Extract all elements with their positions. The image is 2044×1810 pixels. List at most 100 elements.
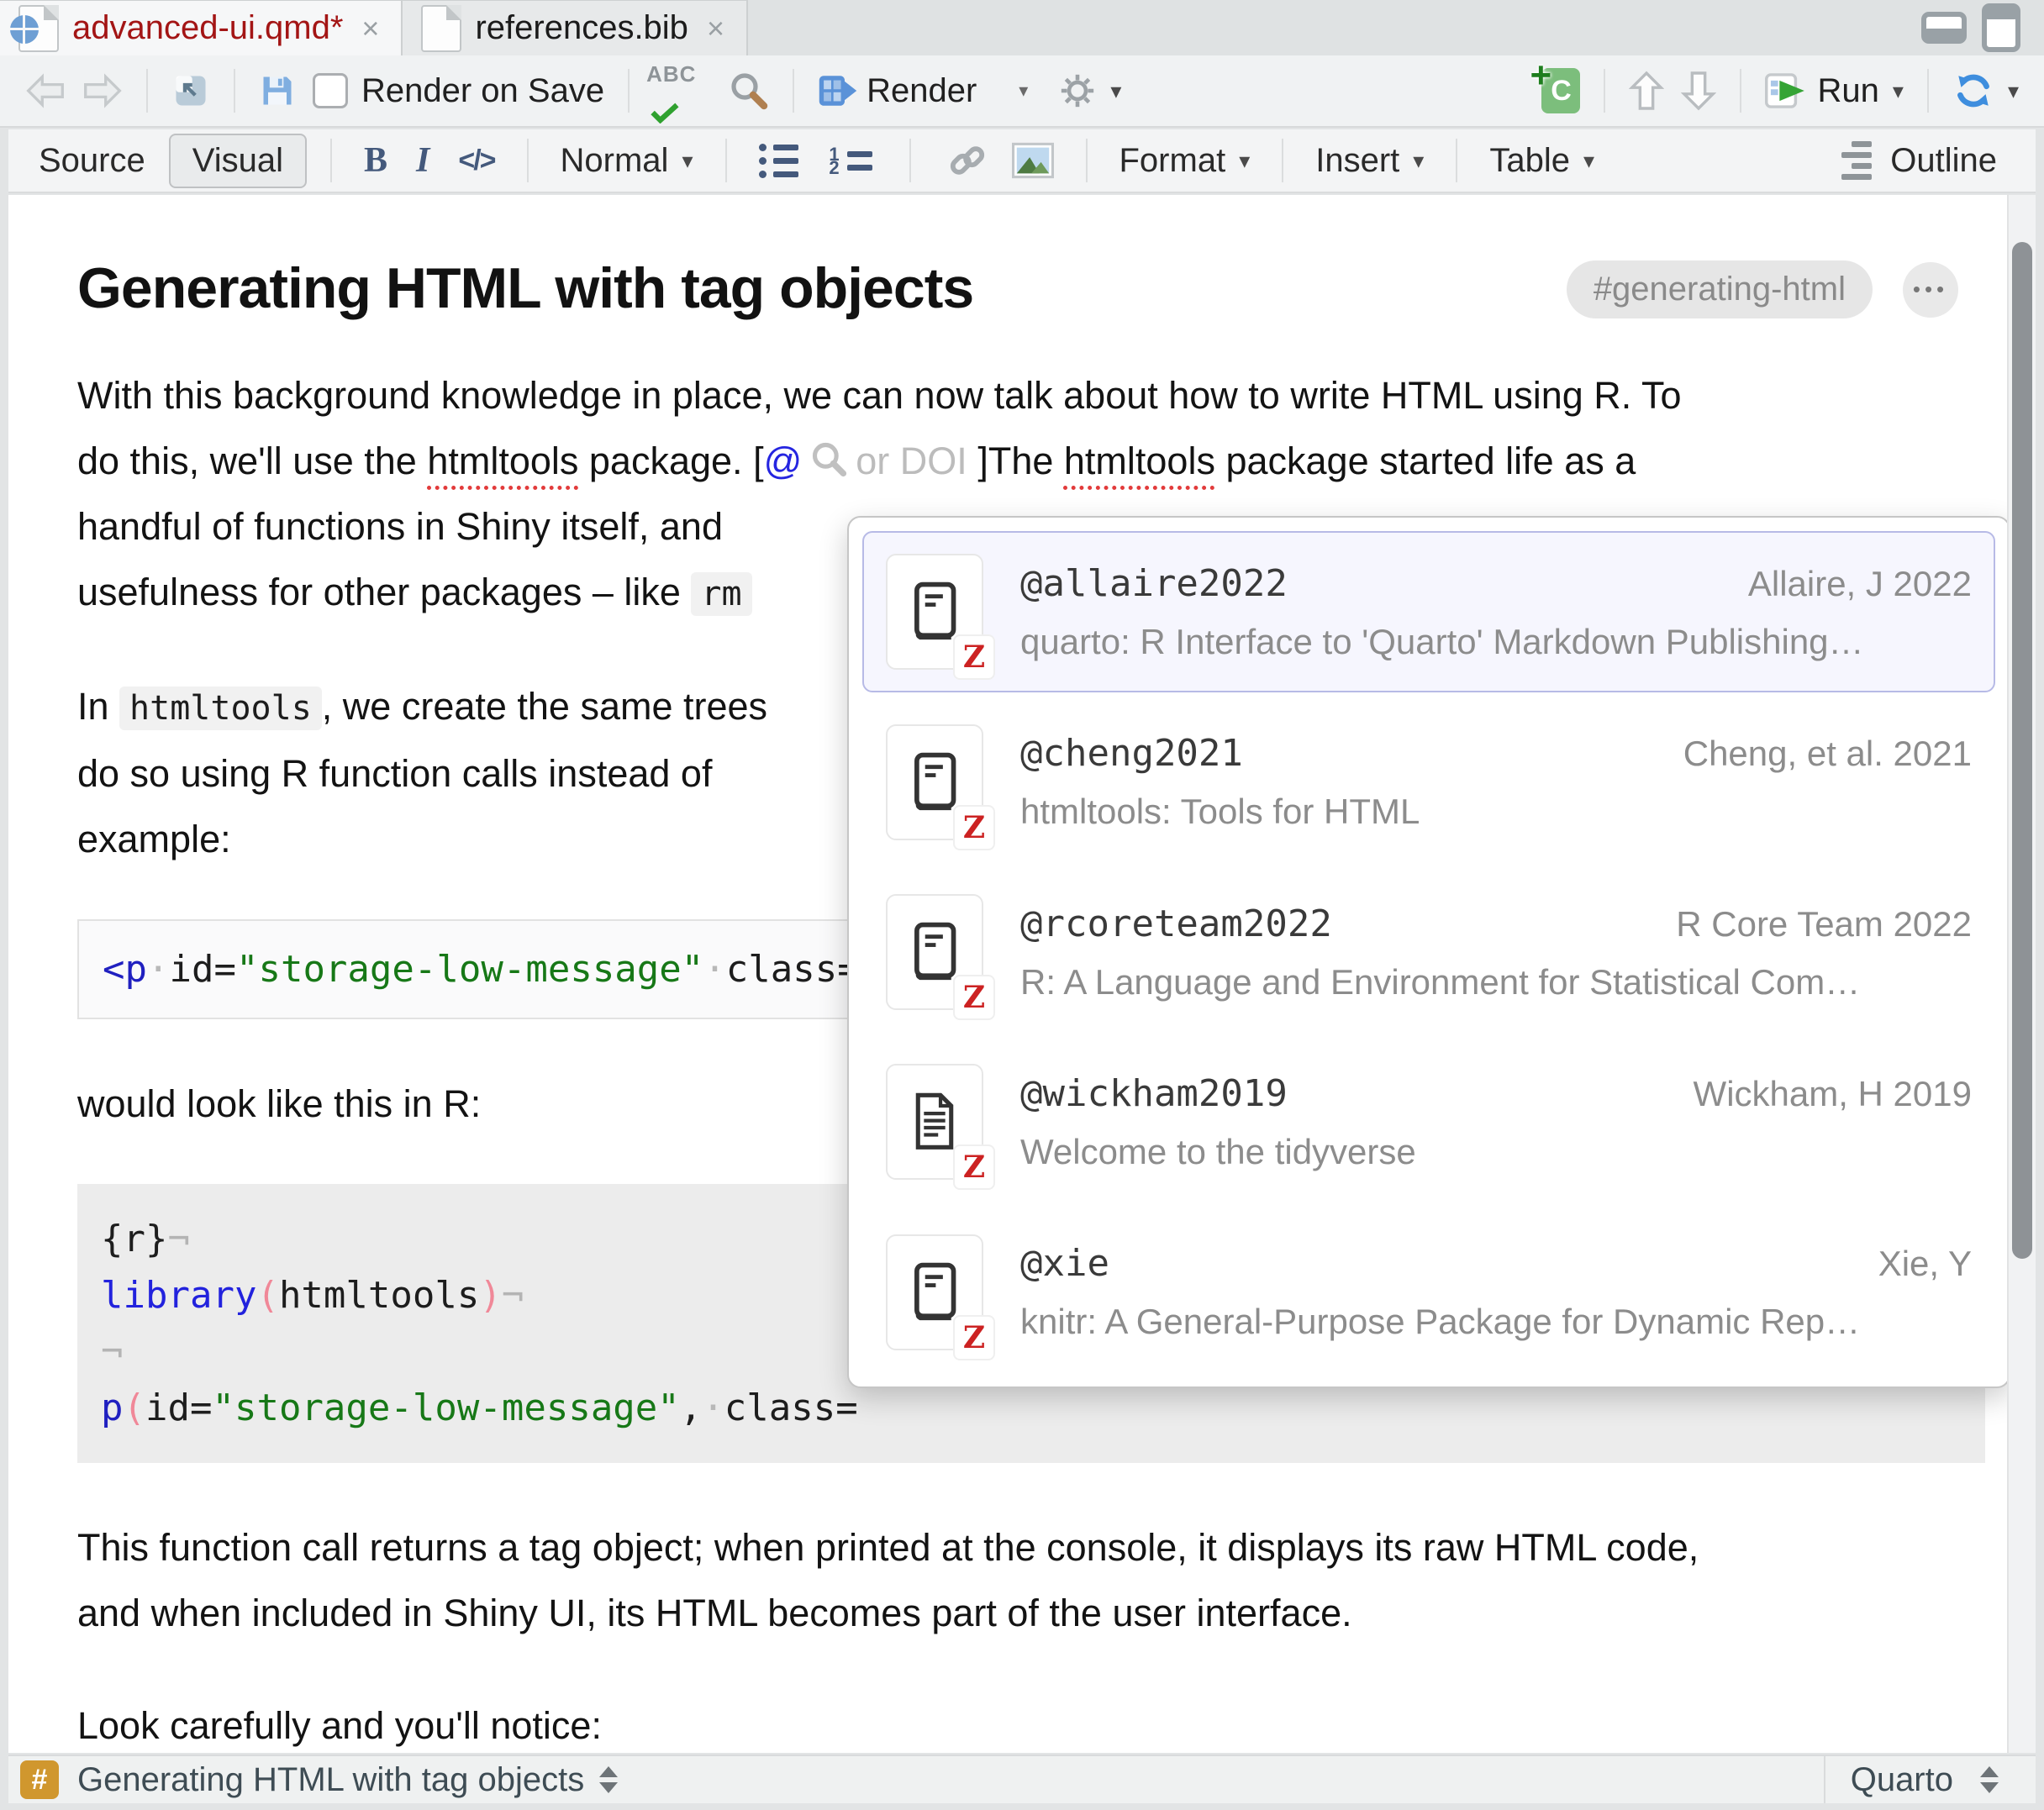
save-icon[interactable] — [250, 67, 304, 114]
source-rerun-button[interactable]: ▾ — [1944, 65, 2027, 117]
refresh-icon — [1952, 70, 1994, 112]
render-icon — [818, 74, 858, 108]
render-on-save-toggle[interactable]: Render on Save — [304, 67, 613, 115]
format-menu[interactable]: Format ▾ — [1111, 137, 1259, 185]
file-icon — [421, 5, 461, 52]
document-mode-selector[interactable]: Quarto — [1824, 1756, 2024, 1803]
mode-updown-icon — [1980, 1766, 1999, 1793]
tab-advanced-ui-qmd[interactable]: advanced-ui.qmd* × — [0, 0, 403, 55]
render-button[interactable]: Render — [809, 67, 985, 115]
citation-item[interactable]: Z @rcoreteam2022 R Core Team 2022 R: A L… — [862, 871, 1995, 1033]
back-icon[interactable] — [17, 68, 74, 113]
bold-button[interactable]: B — [356, 135, 396, 186]
section-hash-icon: # — [20, 1760, 59, 1799]
citation-key: @xie — [1020, 1242, 1109, 1285]
run-button[interactable]: Run ▾ — [1757, 67, 1911, 115]
citation-title: quarto: R Interface to 'Quarto' Markdown… — [1020, 622, 1972, 662]
link-icon[interactable] — [940, 136, 995, 185]
visual-editor-toolbar: Source Visual B I </> Normal ▾ 1 2 — [8, 129, 2036, 193]
popout-window-icon[interactable] — [163, 68, 219, 113]
citation-key: @wickham2019 — [1020, 1072, 1288, 1115]
visual-editor-canvas[interactable]: Generating HTML with tag objects #genera… — [8, 195, 2036, 1753]
paragraph: Look carefully and you'll notice: — [77, 1693, 1985, 1753]
chevron-down-icon: ▾ — [1239, 148, 1250, 174]
image-icon[interactable] — [1004, 137, 1062, 184]
citation-at-marker: @ — [764, 439, 803, 482]
spellcheck-icon[interactable]: ABC — [645, 61, 720, 120]
bullet-list-icon[interactable] — [751, 139, 807, 183]
chevron-down-icon: ▾ — [682, 148, 693, 174]
misspelled-word: htmltools — [427, 439, 578, 482]
maximize-pane-icon[interactable] — [1982, 3, 2020, 52]
citation-item[interactable]: Z @cheng2021 Cheng, et al. 2021 htmltool… — [862, 701, 1995, 862]
tab-references-bib[interactable]: references.bib × — [403, 0, 748, 55]
source-dropdown-icon[interactable]: ▾ — [2008, 78, 2019, 104]
book-icon: Z — [886, 724, 983, 840]
italic-button[interactable]: I — [408, 135, 438, 186]
citation-key: @cheng2021 — [1020, 732, 1243, 775]
close-icon[interactable]: × — [361, 13, 379, 44]
render-on-save-label: Render on Save — [361, 72, 604, 110]
jump-next-icon[interactable] — [1673, 65, 1725, 117]
vertical-scrollbar[interactable] — [2007, 195, 2036, 1753]
citation-title: knitr: A General-Purpose Package for Dyn… — [1020, 1302, 1972, 1342]
section-updown-icon[interactable] — [599, 1766, 618, 1793]
minimize-pane-icon[interactable] — [1921, 12, 1967, 44]
rstudio-source-pane: advanced-ui.qmd* × references.bib × — [0, 0, 2044, 1810]
section-menu-button[interactable]: ••• — [1903, 262, 1958, 318]
citation-key: @rcoreteam2022 — [1020, 902, 1332, 945]
section-navigator[interactable]: Generating HTML with tag objects — [77, 1761, 584, 1799]
zotero-badge: Z — [953, 975, 995, 1020]
tab-label: references.bib — [475, 9, 687, 47]
outline-toggle[interactable]: Outline — [1833, 136, 2005, 185]
quarto-file-icon — [18, 5, 59, 52]
citation-item[interactable]: Z @xie Xie, Y knitr: A General-Purpose P… — [862, 1212, 1995, 1373]
zotero-badge: Z — [953, 805, 995, 850]
source-mode-button[interactable]: Source — [30, 137, 154, 185]
citation-item[interactable]: Z @wickham2019 Wickham, H 2019 Welcome t… — [862, 1041, 1995, 1202]
render-on-save-checkbox[interactable] — [313, 73, 348, 108]
chevron-down-icon: ▾ — [1413, 148, 1424, 174]
tab-label: advanced-ui.qmd* — [72, 9, 343, 47]
book-icon: Z — [886, 1234, 983, 1350]
render-settings-button[interactable]: ▾ — [1050, 66, 1130, 115]
gear-dropdown-icon[interactable]: ▾ — [1110, 78, 1121, 104]
chevron-down-icon: ▾ — [1583, 148, 1594, 174]
run-dropdown-icon[interactable]: ▾ — [1893, 78, 1904, 104]
citation-title: htmltools: Tools for HTML — [1020, 792, 1972, 832]
citation-title: R: A Language and Environment for Statis… — [1020, 962, 1972, 1002]
citation-author: Allaire, J 2022 — [1748, 564, 1972, 604]
citation-key: @allaire2022 — [1020, 562, 1288, 605]
run-icon — [1765, 73, 1809, 108]
citation-item[interactable]: Z @allaire2022 Allaire, J 2022 quarto: R… — [862, 531, 1995, 692]
search-icon[interactable] — [720, 66, 777, 116]
close-icon[interactable]: × — [707, 13, 724, 44]
citation-autocomplete-popup: Z @allaire2022 Allaire, J 2022 quarto: R… — [847, 516, 2010, 1388]
inline-code: rm — [691, 572, 751, 616]
scrollbar-thumb[interactable] — [2012, 242, 2032, 1259]
jump-previous-icon[interactable] — [1620, 65, 1673, 117]
pane-window-buttons — [1921, 0, 2044, 55]
article-icon: Z — [886, 1064, 983, 1180]
main-toolbar: Render on Save ABC Render ▾ — [0, 55, 2044, 128]
zotero-badge: Z — [953, 1144, 995, 1190]
misspelled-word: htmltools — [1064, 439, 1215, 482]
editor-status-bar: # Generating HTML with tag objects Quart… — [8, 1755, 2036, 1803]
numbered-list-icon[interactable]: 1 2 — [820, 145, 881, 176]
zotero-badge: Z — [953, 634, 995, 680]
section-anchor-badge: #generating-html — [1567, 260, 1873, 318]
table-menu[interactable]: Table ▾ — [1481, 137, 1603, 185]
gear-icon — [1058, 71, 1097, 110]
citation-author: Cheng, et al. 2021 — [1683, 734, 1972, 774]
forward-icon[interactable] — [74, 68, 131, 113]
visual-mode-button[interactable]: Visual — [169, 134, 307, 188]
citation-author: Xie, Y — [1878, 1244, 1972, 1284]
code-button[interactable]: </> — [450, 139, 503, 182]
editor-tab-bar: advanced-ui.qmd* × references.bib × — [0, 0, 2044, 55]
citation-title: Welcome to the tidyverse — [1020, 1132, 1972, 1172]
render-dropdown-icon[interactable]: ▾ — [1019, 80, 1028, 102]
book-icon: Z — [886, 894, 983, 1010]
paragraph-style-select[interactable]: Normal ▾ — [552, 137, 702, 185]
insert-chunk-button[interactable]: +C — [1533, 63, 1588, 118]
insert-menu[interactable]: Insert ▾ — [1307, 137, 1432, 185]
